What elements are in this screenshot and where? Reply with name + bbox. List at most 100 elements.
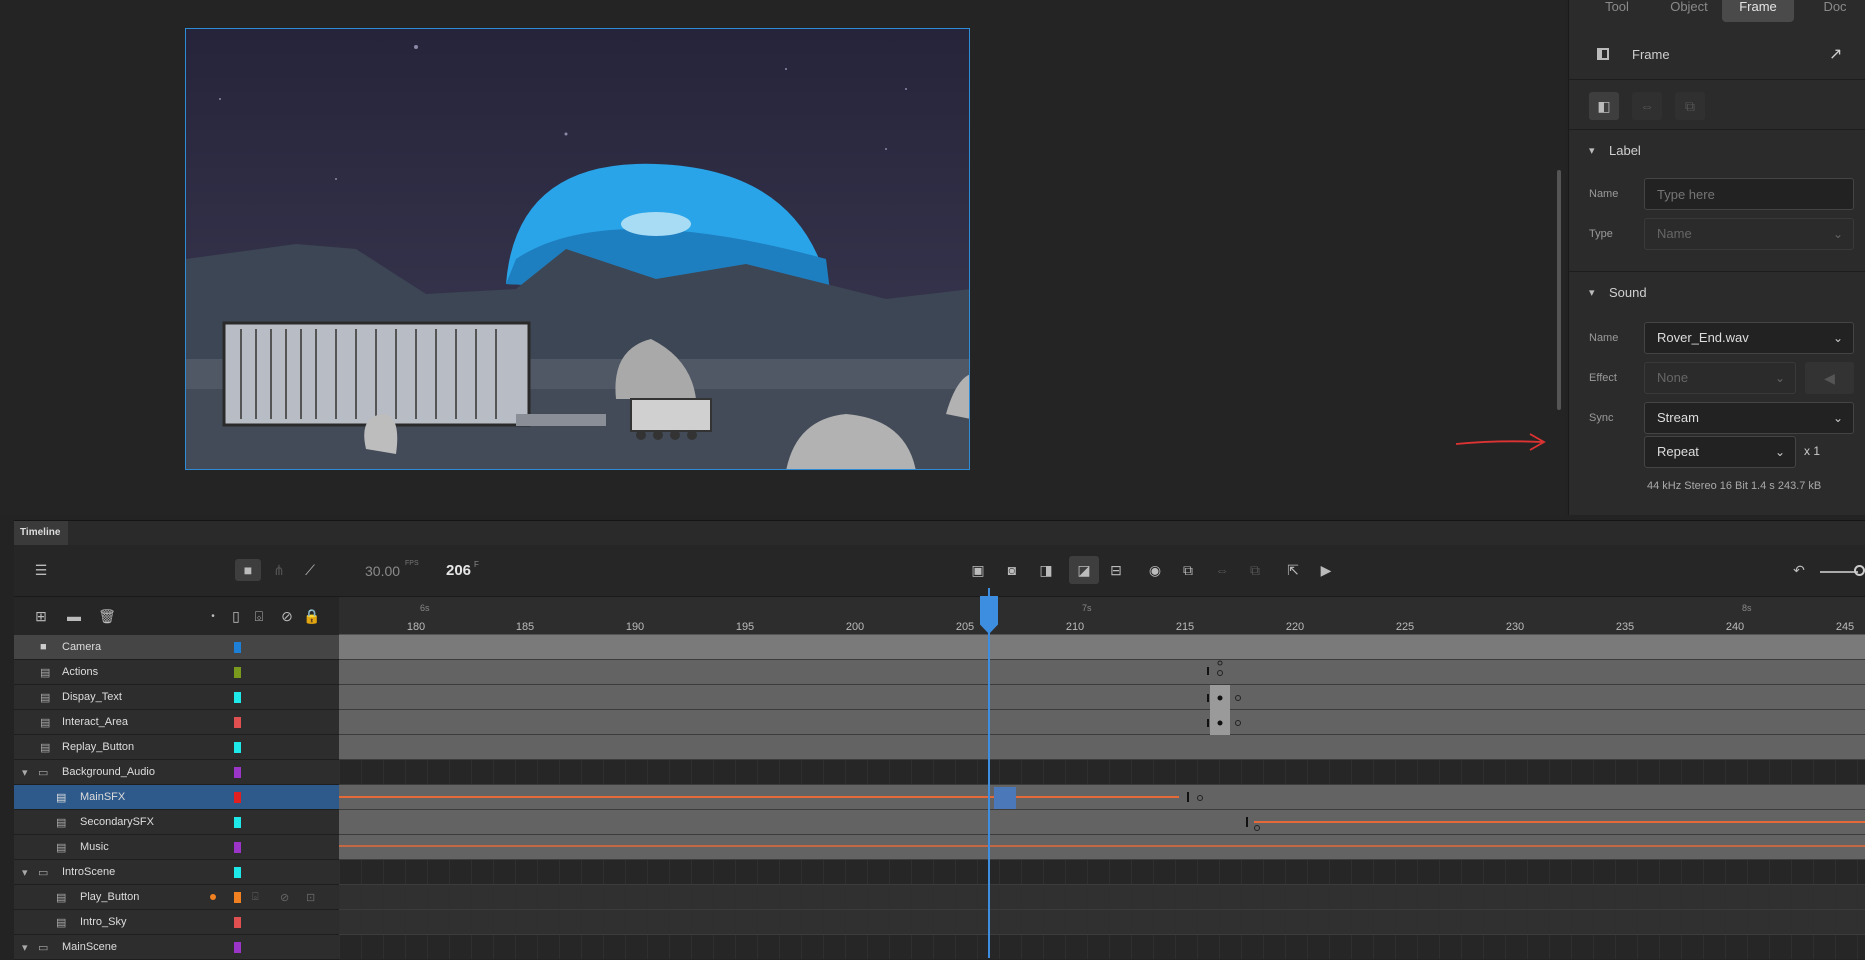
camera-icon[interactable]: ■	[235, 559, 261, 581]
sound-section-chevron-icon[interactable]: ▾	[1589, 286, 1595, 299]
tab-tool[interactable]: Tool	[1587, 0, 1647, 22]
lock-icon[interactable]: 🔒	[301, 605, 323, 627]
label-section-chevron-icon[interactable]: ▾	[1589, 144, 1595, 157]
layer-parenting-icon[interactable]: ⋔	[268, 559, 290, 581]
remove-frame-icon[interactable]: ⊟	[1105, 559, 1127, 581]
camera-attach-icon[interactable]: ⌺	[248, 605, 270, 627]
layer-color-swatch[interactable]	[234, 892, 241, 903]
chevron-down-icon: ⌄	[1774, 445, 1785, 459]
insert-frame-icon[interactable]: ◨	[1035, 559, 1057, 581]
layer-dispay-text[interactable]: ▤ Dispay_Text	[14, 685, 339, 710]
seconds-marker: 8s	[1742, 603, 1752, 613]
layer-color-swatch[interactable]	[234, 742, 241, 753]
layer-folder-mainscene[interactable]: ▾ ▭ MainScene	[14, 935, 339, 960]
loop-icon[interactable]: ⇔	[1211, 559, 1233, 581]
playhead-line[interactable]	[988, 588, 990, 958]
onion-skin-icon[interactable]: ◉	[1144, 559, 1166, 581]
layer-name: Camera	[62, 641, 102, 653]
layer-color-swatch[interactable]	[234, 817, 241, 828]
edit-sound-envelope-icon[interactable]: ◀	[1805, 362, 1854, 394]
layer-secondarysfx[interactable]: ▤ SecondarySFX	[14, 810, 339, 835]
layer-color-swatch[interactable]	[234, 867, 241, 878]
frame-grid[interactable]	[339, 635, 1865, 959]
chevron-down-icon: ⌄	[1832, 411, 1843, 425]
copy-frames-icon[interactable]: ⧉	[1675, 92, 1705, 120]
frame-ruler[interactable]: 6s 7s 8s 180 185 190 195 200 205 210 215…	[339, 597, 1865, 635]
highlight-dot[interactable]	[210, 894, 216, 900]
auto-keyframe-icon[interactable]: ◪	[1069, 556, 1099, 584]
layer-intro-sky[interactable]: ▤ Intro_Sky	[14, 910, 339, 935]
convert-keyframe-icon[interactable]: ◧	[1589, 92, 1619, 120]
new-folder-icon[interactable]: ▬	[63, 605, 85, 627]
layer-name: SecondarySFX	[80, 816, 154, 828]
expand-chevron-icon[interactable]: ▾	[22, 941, 28, 954]
layer-color-swatch[interactable]	[234, 942, 241, 953]
layer-color-swatch[interactable]	[234, 917, 241, 928]
export-icon[interactable]: ⇱	[1282, 559, 1304, 581]
expand-chevron-icon[interactable]: ▾	[22, 866, 28, 879]
stage-area[interactable]	[0, 0, 1565, 515]
lock-icon[interactable]: ⊡	[306, 891, 315, 904]
tab-object[interactable]: Object	[1659, 0, 1719, 22]
layers-icon[interactable]: ☰	[30, 559, 52, 581]
frame-tick: 190	[625, 621, 645, 633]
label-type-select[interactable]: Name ⌄	[1644, 218, 1854, 250]
layer-actions[interactable]: ▤ Actions	[14, 660, 339, 685]
sound-sync-select[interactable]: Stream ⌄	[1644, 402, 1854, 434]
fps-value[interactable]: 30.00	[365, 563, 400, 579]
timeline-tab[interactable]: Timeline	[14, 521, 68, 545]
layer-color-swatch[interactable]	[234, 692, 241, 703]
graph-icon[interactable]: ⟋	[299, 559, 321, 581]
layer-color-swatch[interactable]	[234, 717, 241, 728]
layer-list: ■ Camera ▤ Actions ▤ Dispay_Text ▤ Inter…	[14, 635, 339, 960]
layer-interact-area[interactable]: ▤ Interact_Area	[14, 710, 339, 735]
zoom-slider-handle[interactable]	[1854, 565, 1865, 576]
layer-camera[interactable]: ■ Camera	[14, 635, 339, 660]
layer-music[interactable]: ▤ Music	[14, 835, 339, 860]
outline-icon[interactable]: ▯	[225, 605, 247, 627]
play-icon[interactable]: ▶	[1315, 559, 1337, 581]
sound-repeat-select[interactable]: Repeat ⌄	[1644, 436, 1796, 468]
timeline-panel: Timeline ☰ ■ ⋔ ⟋ 30.00 FPS 206 F ▣ ◙ ◨ ◪…	[14, 520, 1865, 960]
visibility-icon[interactable]: ⊘	[280, 891, 289, 904]
layer-mainsfx[interactable]: ▤ MainSFX	[14, 785, 339, 810]
zoom-slider-track[interactable]	[1820, 571, 1858, 573]
sound-repeat-count[interactable]: x 1	[1804, 444, 1820, 458]
stage-vertical-scrollbar[interactable]	[1557, 170, 1561, 410]
sound-name-select[interactable]: Rover_End.wav ⌄	[1644, 322, 1854, 354]
layer-folder-background-audio[interactable]: ▾ ▭ Background_Audio	[14, 760, 339, 785]
layer-replay-button[interactable]: ▤ Replay_Button	[14, 735, 339, 760]
layer-color-swatch[interactable]	[234, 842, 241, 853]
frame-tick: 185	[515, 621, 535, 633]
layer-color-swatch[interactable]	[234, 642, 241, 653]
frame-tick: 195	[735, 621, 755, 633]
layer-color-swatch[interactable]	[234, 767, 241, 778]
stage-canvas[interactable]	[185, 28, 970, 470]
layer-color-swatch[interactable]	[234, 667, 241, 678]
sound-effect-select[interactable]: None ⌄	[1644, 362, 1796, 394]
layer-icon: ▤	[40, 742, 51, 754]
label-name-input[interactable]	[1644, 178, 1854, 210]
expand-chevron-icon[interactable]: ▾	[22, 766, 28, 779]
delete-layer-icon[interactable]: 🗑	[96, 605, 118, 627]
layer-color-swatch[interactable]	[234, 792, 241, 803]
visibility-icon[interactable]: ⊘	[276, 605, 298, 627]
highlight-dot-icon[interactable]: •	[202, 605, 224, 627]
layer-icon: ▤	[40, 692, 51, 704]
sound-effect-value: None	[1657, 370, 1689, 385]
open-external-icon[interactable]: ↗	[1829, 44, 1842, 64]
new-layer-icon[interactable]: ⊞	[30, 605, 52, 627]
seconds-marker: 6s	[420, 603, 430, 613]
insert-keyframe-icon[interactable]: ▣	[967, 559, 989, 581]
paste-frames-icon[interactable]: ⧉	[1244, 559, 1266, 581]
tab-doc[interactable]: Doc	[1805, 0, 1865, 22]
camera-attach-icon[interactable]: ⌺	[252, 891, 259, 904]
edit-multiple-frames-icon[interactable]: ⧉	[1177, 559, 1199, 581]
link-frames-icon[interactable]: ⇔	[1632, 92, 1662, 120]
undo-icon[interactable]: ↶	[1788, 559, 1810, 581]
layer-play-button[interactable]: ▤ Play_Button ⌺ ⊘ ⊡	[14, 885, 339, 910]
insert-blank-keyframe-icon[interactable]: ◙	[1001, 559, 1023, 581]
layer-folder-introscene[interactable]: ▾ ▭ IntroScene	[14, 860, 339, 885]
current-frame-value[interactable]: 206	[446, 562, 471, 579]
tab-frame[interactable]: Frame	[1722, 0, 1794, 22]
